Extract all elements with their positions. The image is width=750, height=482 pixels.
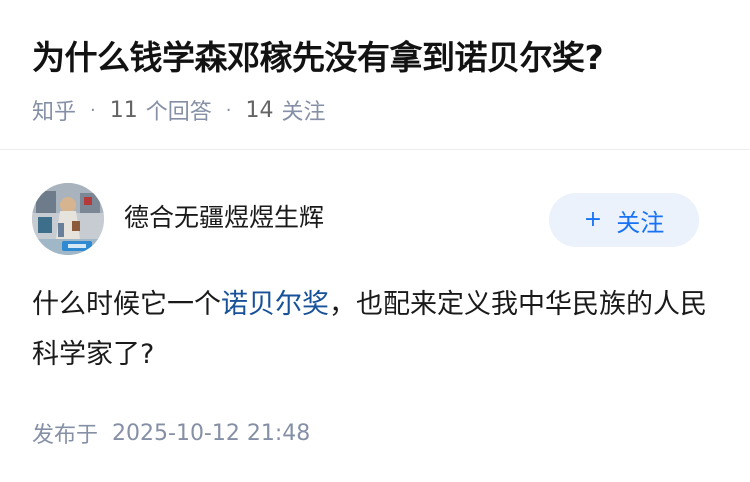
author-name[interactable]: 德合无疆煜煜生辉: [124, 200, 324, 236]
follow-button-label: 关注: [616, 208, 665, 237]
question-meta: 知乎 · 11 个回答 · 14 关注: [32, 92, 326, 128]
avatar[interactable]: [32, 183, 104, 255]
question-header: 为什么钱学森邓稼先没有拿到诺贝尔奖? 知乎 · 11 个回答 · 14 关注: [0, 0, 750, 150]
published-label: 发布于: [32, 423, 99, 448]
follow-count: 14: [245, 97, 274, 123]
answer-author: 德合无疆煜煜生辉 + 关注: [32, 183, 718, 255]
source-label[interactable]: 知乎: [32, 94, 76, 126]
answer-count: 11: [109, 97, 138, 123]
answer-content: 什么时候它一个诺贝尔奖，也配来定义我中华民族的人民科学家了?: [32, 280, 712, 380]
answer-text-before-link: 什么时候它一个: [32, 289, 221, 320]
answer-count-label[interactable]: 个回答: [146, 94, 212, 126]
question-title[interactable]: 为什么钱学森邓稼先没有拿到诺贝尔奖?: [32, 33, 604, 83]
follow-button[interactable]: + 关注: [549, 193, 699, 247]
published-timestamp: 2025-10-12 21:48: [112, 420, 311, 446]
avatar-photo-icon: [32, 183, 104, 255]
follow-count-label: 关注: [281, 100, 326, 125]
meta-separator: ·: [90, 99, 96, 121]
meta-separator: ·: [225, 99, 232, 121]
plus-icon: +: [583, 207, 603, 232]
answer-published-time: 发布于 2025-10-12 21:48: [32, 415, 310, 451]
nobel-prize-link[interactable]: 诺贝尔奖: [221, 289, 329, 320]
